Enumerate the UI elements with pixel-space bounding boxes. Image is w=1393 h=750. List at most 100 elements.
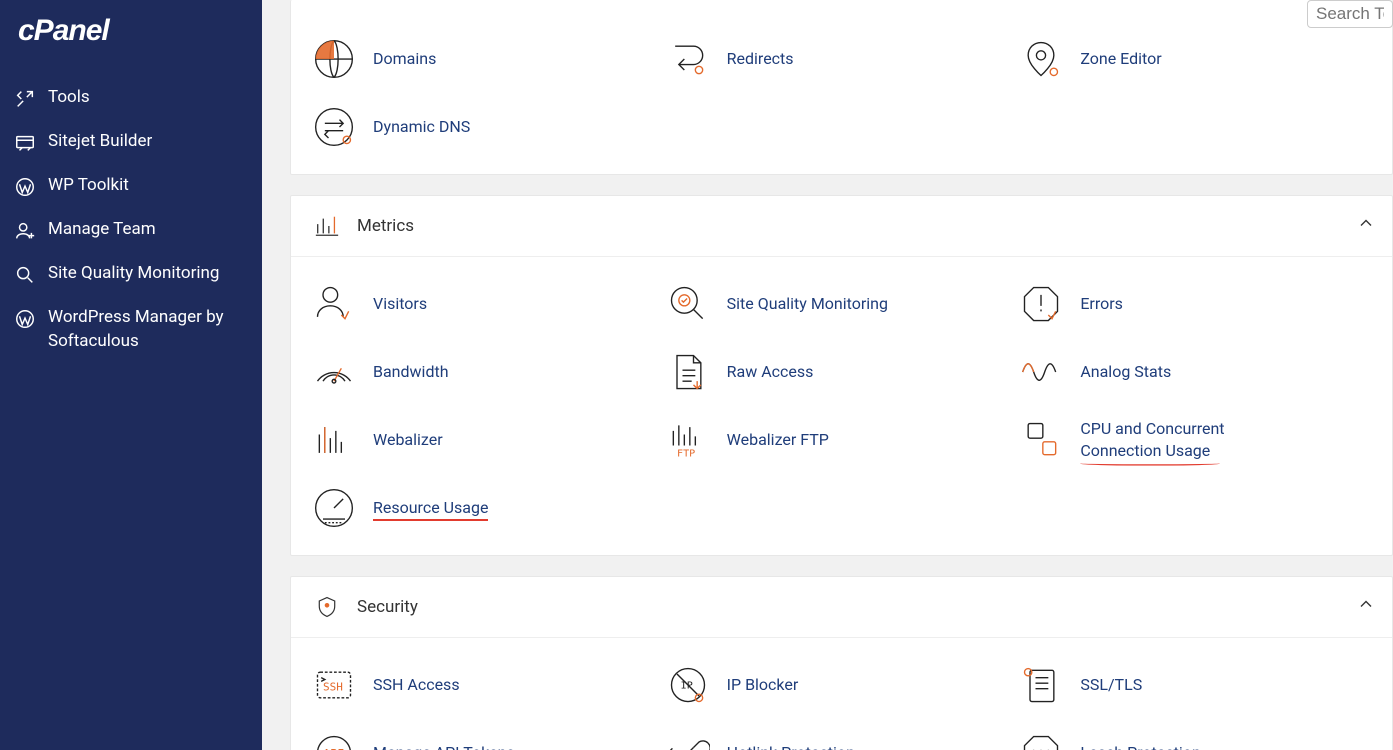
app-webalizer[interactable]: Webalizer	[311, 417, 665, 463]
panel-metrics: Metrics Visitors Site Quality Monitori	[290, 195, 1393, 556]
wordpress-icon	[14, 176, 36, 198]
app-ssl-tls[interactable]: SSL/TLS	[1018, 662, 1372, 708]
chevron-up-icon	[1358, 597, 1374, 618]
rawaccess-icon	[665, 349, 711, 395]
app-cpu-connection-usage[interactable]: CPU and Concurrent Connection Usage	[1018, 417, 1372, 463]
sidebar-item-wptoolkit[interactable]: WP Toolkit	[0, 164, 262, 208]
app-label: Manage API Tokens	[373, 742, 515, 750]
leech-icon	[1018, 730, 1064, 750]
app-label: Webalizer FTP	[727, 429, 829, 451]
panel-title: Security	[357, 597, 418, 617]
app-raw-access[interactable]: Raw Access	[665, 349, 1019, 395]
app-label: SSL/TLS	[1080, 674, 1142, 696]
sidebar-item-label: Tools	[48, 86, 90, 110]
svg-text:FTP: FTP	[677, 449, 695, 460]
app-label: Site Quality Monitoring	[727, 293, 888, 315]
webalizer-icon	[311, 417, 357, 463]
app-webalizer-ftp[interactable]: FTP Webalizer FTP	[665, 417, 1019, 463]
app-resource-usage[interactable]: Resource Usage	[311, 485, 665, 531]
search-input[interactable]	[1307, 0, 1393, 28]
app-ip-blocker[interactable]: IP IP Blocker	[665, 662, 1019, 708]
app-label: SSH Access	[373, 674, 460, 696]
panel-title: Metrics	[357, 216, 414, 236]
ipblock-icon: IP	[665, 662, 711, 708]
magnifier-icon	[14, 264, 36, 286]
app-label: Errors	[1080, 293, 1123, 315]
app-hotlink-protection[interactable]: Hotlink Protection	[665, 730, 1019, 750]
api-icon: API	[311, 730, 357, 750]
redirect-icon	[665, 36, 711, 82]
tools-icon	[14, 88, 36, 110]
app-ssh-access[interactable]: SSH SSH Access	[311, 662, 665, 708]
app-label: CPU and Concurrent Connection Usage	[1080, 418, 1260, 461]
app-label: Bandwidth	[373, 361, 449, 383]
panel-security: Security SSH SSH Access IP IP Blocker	[290, 576, 1393, 750]
app-label: Dynamic DNS	[373, 116, 470, 138]
app-dynamic-dns[interactable]: Dynamic DNS	[311, 104, 665, 150]
app-label: Redirects	[727, 48, 794, 70]
sidebar: cPanel Tools Sitejet Builder WP Toolkit …	[0, 0, 262, 750]
app-bandwidth[interactable]: Bandwidth	[311, 349, 665, 395]
app-site-quality-monitoring[interactable]: Site Quality Monitoring	[665, 281, 1019, 327]
metrics-group-icon	[313, 212, 341, 240]
dyndns-icon	[311, 104, 357, 150]
sitejet-icon	[14, 132, 36, 154]
app-analog-stats[interactable]: Analog Stats	[1018, 349, 1372, 395]
panel-header-security[interactable]: Security	[291, 577, 1392, 638]
webalizerftp-icon: FTP	[665, 417, 711, 463]
panel-body: Visitors Site Quality Monitoring Errors	[291, 257, 1392, 555]
brand-logo: cPanel	[0, 0, 262, 58]
app-leech-protection[interactable]: Leech Protection	[1018, 730, 1372, 750]
svg-text:IP: IP	[680, 681, 692, 692]
sidebar-item-label: Sitejet Builder	[48, 130, 152, 154]
zone-icon	[1018, 36, 1064, 82]
sidebar-item-sitejet[interactable]: Sitejet Builder	[0, 120, 262, 164]
app-label: IP Blocker	[727, 674, 799, 696]
sidebar-item-manage-team[interactable]: Manage Team	[0, 208, 262, 252]
panel-domains: Domains Redirects Zone Editor	[290, 0, 1393, 175]
analog-icon	[1018, 349, 1064, 395]
ssl-icon	[1018, 662, 1064, 708]
security-group-icon	[313, 593, 341, 621]
svg-text:SSH: SSH	[323, 681, 343, 694]
panel-header-metrics[interactable]: Metrics	[291, 196, 1392, 257]
sidebar-item-tools[interactable]: Tools	[0, 76, 262, 120]
cpu-icon	[1018, 417, 1064, 463]
app-zone-editor[interactable]: Zone Editor	[1018, 36, 1372, 82]
app-label: Domains	[373, 48, 436, 70]
panel-body: SSH SSH Access IP IP Blocker SSL/TLS	[291, 638, 1392, 750]
app-label: Analog Stats	[1080, 361, 1171, 383]
globe-icon	[311, 36, 357, 82]
app-domains[interactable]: Domains	[311, 36, 665, 82]
visitors-icon	[311, 281, 357, 327]
wordpress-icon	[14, 308, 36, 330]
sidebar-item-label: Site Quality Monitoring	[48, 262, 219, 286]
app-errors[interactable]: Errors	[1018, 281, 1372, 327]
app-label: Resource Usage	[373, 497, 488, 519]
svg-text:API: API	[323, 747, 345, 750]
ssh-icon: SSH	[311, 662, 357, 708]
app-label: Visitors	[373, 293, 427, 315]
chevron-up-icon	[1358, 216, 1374, 237]
sidebar-item-label: WP Toolkit	[48, 174, 129, 198]
app-label: Raw Access	[727, 361, 814, 383]
team-icon	[14, 220, 36, 242]
bandwidth-icon	[311, 349, 357, 395]
errors-icon	[1018, 281, 1064, 327]
sidebar-item-site-quality[interactable]: Site Quality Monitoring	[0, 252, 262, 296]
app-label: Zone Editor	[1080, 48, 1161, 70]
gauge-icon	[311, 485, 357, 531]
app-visitors[interactable]: Visitors	[311, 281, 665, 327]
app-redirects[interactable]: Redirects	[665, 36, 1019, 82]
app-label: Hotlink Protection	[727, 742, 855, 750]
panel-body: Domains Redirects Zone Editor	[291, 0, 1392, 174]
app-label: Leech Protection	[1080, 742, 1200, 750]
app-label: Webalizer	[373, 429, 443, 451]
sqm-icon	[665, 281, 711, 327]
sidebar-item-wp-manager[interactable]: WordPress Manager by Softaculous	[0, 296, 262, 364]
sidebar-item-label: Manage Team	[48, 218, 156, 242]
main: Domains Redirects Zone Editor	[262, 0, 1393, 750]
app-manage-api-tokens[interactable]: API Manage API Tokens	[311, 730, 665, 750]
hotlink-icon	[665, 730, 711, 750]
sidebar-item-label: WordPress Manager by Softaculous	[48, 306, 248, 354]
